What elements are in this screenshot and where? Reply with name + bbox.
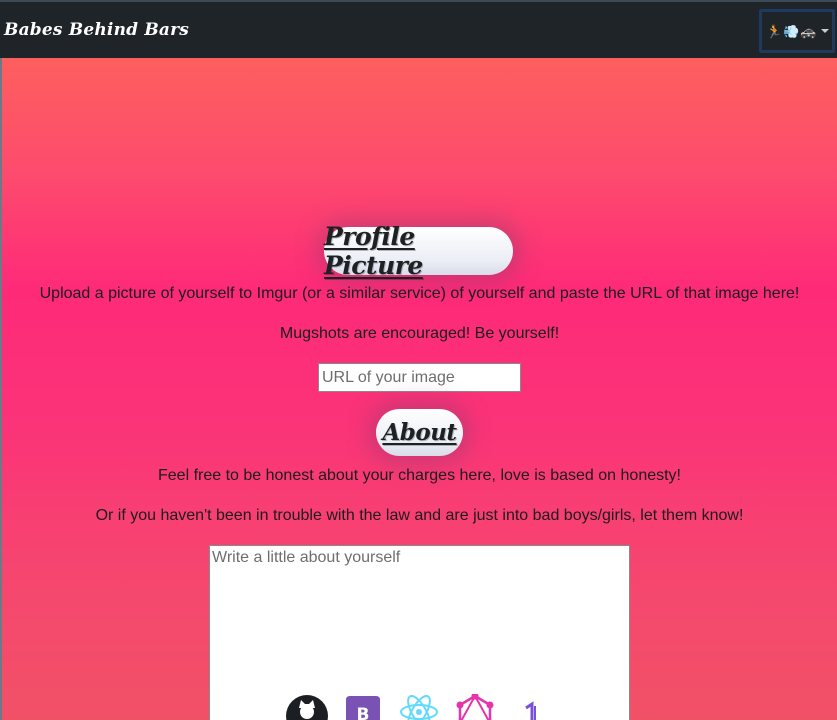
tech-icon-row: B bbox=[286, 694, 552, 720]
nav-toggle-button[interactable]: 🏃 💨 🚓 bbox=[759, 9, 835, 53]
brand-link[interactable]: Babes Behind Bars bbox=[4, 20, 189, 40]
about-note: Or if you haven't been in trouble with t… bbox=[95, 507, 744, 524]
number-one-icon bbox=[525, 701, 536, 720]
dash-icon: 💨 bbox=[783, 23, 800, 39]
about-heading-text: About bbox=[382, 419, 457, 446]
github-icon bbox=[286, 695, 328, 720]
svg-text:B: B bbox=[357, 705, 370, 720]
graphql-icon bbox=[456, 694, 494, 720]
profile-instructions: Upload a picture of yourself to Imgur (o… bbox=[39, 285, 800, 302]
about-heading: About bbox=[376, 409, 463, 456]
profile-encouragement: Mugshots are encouraged! Be yourself! bbox=[279, 325, 560, 342]
profile-picture-heading: Profile Picture bbox=[324, 222, 513, 280]
police-car-icon: 🚓 bbox=[800, 23, 817, 39]
react-icon bbox=[400, 695, 438, 720]
image-url-input[interactable] bbox=[318, 363, 521, 392]
running-person-icon: 🏃 bbox=[766, 23, 783, 39]
about-instructions: Feel free to be honest about your charge… bbox=[158, 467, 681, 484]
navbar: Babes Behind Bars 🏃 💨 🚓 bbox=[0, 0, 837, 58]
caret-down-icon bbox=[820, 29, 829, 33]
bootstrap-icon: B bbox=[346, 696, 380, 720]
profile-picture-heading-text: Profile Picture bbox=[324, 222, 423, 280]
